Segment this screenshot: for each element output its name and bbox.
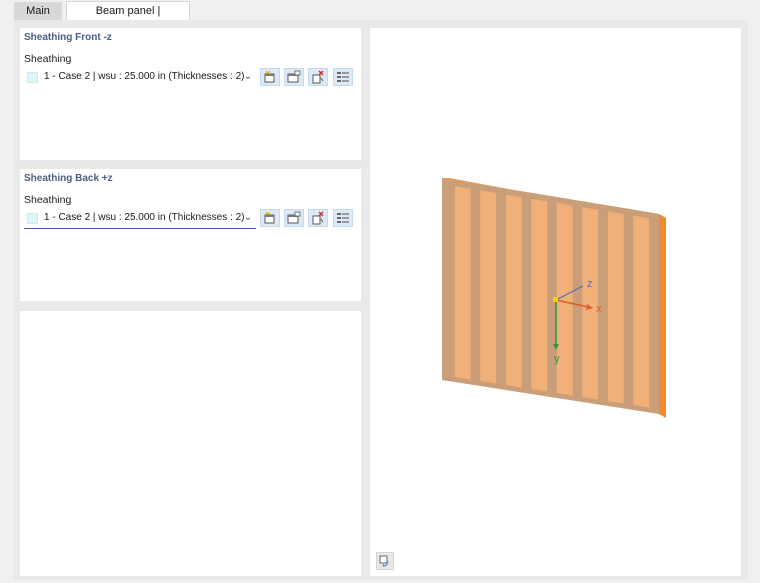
beam-panel-3d-preview: x y z	[442, 178, 666, 418]
tab-content: Sheathing Front -z Sheathing 1 - Case 2 …	[14, 20, 748, 580]
delete-item-icon	[312, 70, 324, 84]
copy-sheathing-button[interactable]	[284, 68, 304, 86]
delete-sheathing-button[interactable]	[308, 68, 328, 86]
sheathing-front-panel: Sheathing Front -z Sheathing 1 - Case 2 …	[20, 28, 361, 160]
chevron-down-icon[interactable]: ⌄	[242, 211, 254, 225]
edit-list-icon	[337, 213, 349, 223]
sheathing-back-select[interactable]: 1 - Case 2 | wsu : 25.000 in (Thicknesse…	[24, 209, 256, 229]
origin-marker	[553, 297, 558, 302]
new-sheathing-button[interactable]	[260, 209, 280, 227]
sheathing-back-select-value: 1 - Case 2 | wsu : 25.000 in (Thicknesse…	[44, 212, 245, 223]
tab-main[interactable]: Main	[14, 2, 62, 20]
sheathing-strip	[454, 186, 471, 380]
sheathing-back-title: Sheathing Back +z	[24, 173, 113, 184]
chevron-down-icon[interactable]: ⌄	[242, 70, 254, 84]
sheathing-color-swatch	[27, 213, 38, 224]
sheathing-front-select[interactable]: 1 - Case 2 | wsu : 25.000 in (Thicknesse…	[24, 68, 256, 88]
tab-beam-panel-sheathing[interactable]: Beam panel | Sheathing	[66, 1, 190, 35]
delete-sheathing-button[interactable]	[308, 209, 328, 227]
new-item-icon	[264, 211, 275, 224]
copy-item-icon	[287, 70, 301, 83]
sheathing-strip	[531, 198, 548, 392]
panel-side-edge	[659, 214, 666, 418]
sheathing-front-select-value: 1 - Case 2 | wsu : 25.000 in (Thicknesse…	[44, 71, 245, 82]
edit-list-button[interactable]	[333, 68, 353, 86]
sheathing-color-swatch	[27, 72, 38, 83]
model-preview-viewer[interactable]: x y z	[370, 28, 741, 576]
sheathing-strip	[556, 203, 573, 396]
sheathing-back-panel: Sheathing Back +z Sheathing 1 - Case 2 |…	[20, 169, 361, 301]
y-axis-label: y	[554, 353, 560, 365]
edit-list-button[interactable]	[333, 209, 353, 227]
panel-frame	[442, 178, 659, 414]
tab-bar: Main Beam panel | Sheathing	[0, 0, 760, 35]
edit-list-icon	[337, 72, 349, 82]
sheathing-front-label: Sheathing	[24, 53, 72, 65]
view-settings-button[interactable]	[376, 552, 394, 570]
sheathing-strip	[480, 190, 497, 384]
z-axis-label: z	[587, 278, 593, 290]
x-axis-label: x	[596, 303, 602, 315]
copy-item-icon	[287, 211, 301, 224]
sheathing-strip	[633, 215, 650, 408]
delete-item-icon	[312, 211, 324, 225]
new-sheathing-button[interactable]	[260, 68, 280, 86]
sheathing-back-label: Sheathing	[24, 194, 72, 206]
sheathing-strip	[607, 211, 624, 404]
new-item-icon	[264, 70, 275, 83]
sheathing-strip	[505, 194, 522, 388]
view-rotate-icon	[379, 555, 389, 567]
empty-details-panel	[20, 311, 361, 576]
sheathing-front-title: Sheathing Front -z	[24, 32, 112, 43]
copy-sheathing-button[interactable]	[284, 209, 304, 227]
